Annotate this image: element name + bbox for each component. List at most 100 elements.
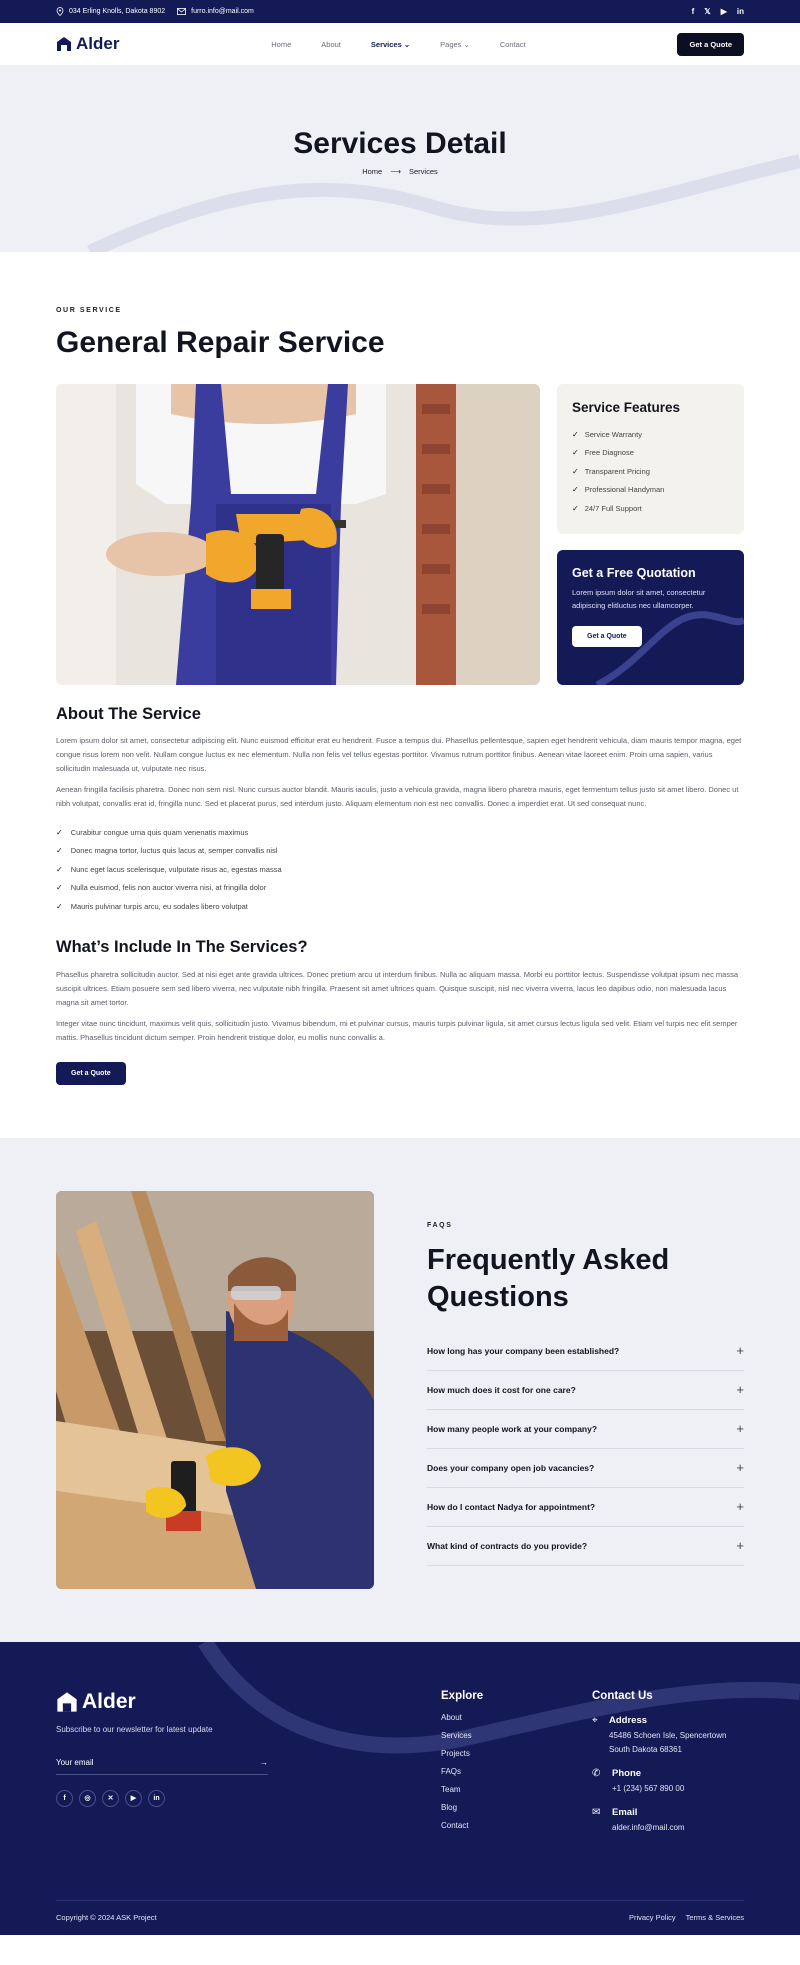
bullet-item: ✓ Nunc eget lacus scelerisque, vulputate …: [56, 860, 744, 879]
faq-item[interactable]: How do I contact Nadya for appointment? +: [427, 1488, 744, 1527]
plus-icon[interactable]: +: [736, 1538, 744, 1553]
quote-card-button[interactable]: Get a Quote: [572, 626, 642, 647]
phone-icon: ✆: [592, 1767, 601, 1779]
phone-value[interactable]: +1 (234) 567 890 00: [612, 1782, 684, 1796]
address-title: Address: [609, 1714, 648, 1726]
footer-link-faqs[interactable]: FAQs: [441, 1767, 592, 1785]
faq-item[interactable]: Does your company open job vacancies? +: [427, 1449, 744, 1488]
topbar-address-text: 034 Erling Knolls, Dakota 8902: [69, 8, 166, 15]
header-quote-button[interactable]: Get a Quote: [677, 32, 744, 56]
bullet-label: Curabitur congue urna quis quam venenati…: [70, 827, 249, 837]
twitter-icon[interactable]: 𝕏: [704, 7, 710, 16]
nav-home[interactable]: Home: [271, 40, 291, 49]
email-value[interactable]: alder.info@mail.com: [612, 1821, 685, 1835]
nav-contact[interactable]: Contact: [500, 40, 526, 49]
footer-link-about[interactable]: About: [441, 1713, 592, 1731]
about-paragraph: Aenean fringilla facilisis pharetra. Don…: [56, 785, 739, 808]
contact-address: ⌖ Address 45486 Schoen Isle, Spencertown…: [592, 1715, 744, 1757]
map-pin-icon: ⌖: [592, 1714, 598, 1726]
arrow-right-icon[interactable]: →: [260, 1758, 268, 1767]
breadcrumb-home[interactable]: Home: [362, 167, 382, 176]
nav-about[interactable]: About: [321, 40, 341, 49]
plus-icon[interactable]: +: [736, 1343, 744, 1358]
nav-pages[interactable]: Pages ⌄: [440, 40, 470, 49]
address-value: 45486 Schoen Isle, Spencertown South Dak…: [609, 1730, 727, 1754]
footer-link-blog[interactable]: Blog: [441, 1803, 592, 1821]
handyman-drill-image: [56, 384, 540, 685]
youtube-icon[interactable]: ▶: [125, 1789, 142, 1807]
check-icon: ✓: [56, 883, 63, 893]
nav-pages-label: Pages: [440, 39, 462, 49]
x-icon[interactable]: ✕: [102, 1789, 119, 1807]
linkedin-icon[interactable]: in: [737, 7, 744, 16]
faq-item[interactable]: How many people work at your company? +: [427, 1410, 744, 1449]
nav-services-label: Services: [370, 39, 402, 49]
feature-label: Service Warranty: [584, 429, 642, 439]
footer-link-contact[interactable]: Contact: [441, 1821, 592, 1839]
service-section: OUR SERVICE General Repair Service Servi…: [0, 252, 800, 1085]
feature-item: ✓ Professional Handyman: [572, 481, 729, 500]
explore-links: About Services Projects FAQs Team Blog C…: [441, 1713, 592, 1839]
site-logo[interactable]: Alder: [56, 34, 119, 54]
newsletter-text: Subscribe to our newsletter for latest u…: [56, 1724, 213, 1734]
topbar-email-text[interactable]: furro.info@mail.com: [191, 8, 254, 15]
faq-item[interactable]: How long has your company been establish…: [427, 1332, 744, 1371]
include-title: What’s Include In The Services?: [56, 937, 308, 956]
service-title: General Repair Service: [56, 326, 385, 359]
chevron-down-icon: ⌄: [403, 39, 411, 49]
privacy-policy-link[interactable]: Privacy Policy: [629, 1913, 676, 1922]
facebook-icon[interactable]: f: [692, 7, 695, 16]
faq-item[interactable]: What kind of contracts do you provide? +: [427, 1527, 744, 1566]
top-bar: 034 Erling Knolls, Dakota 8902 furro.inf…: [0, 0, 800, 23]
footer-logo[interactable]: Alder: [56, 1690, 441, 1714]
feature-item: ✓ Transparent Pricing: [572, 462, 729, 481]
include-services-block: What’s Include In The Services? Phasellu…: [56, 938, 744, 1085]
footer-brand-column: Alder Subscribe to our newsletter for la…: [56, 1690, 441, 1839]
footer-explore-column: Explore About Services Projects FAQs Tea…: [441, 1690, 592, 1839]
footer-link-services[interactable]: Services: [441, 1731, 592, 1749]
faq-accordion: How long has your company been establish…: [427, 1332, 744, 1566]
faq-item[interactable]: How much does it cost for one care? +: [427, 1371, 744, 1410]
feature-label: 24/7 Full Support: [584, 503, 642, 513]
footer-socials: f ◎ ✕ ▶ in: [56, 1789, 441, 1807]
include-quote-button[interactable]: Get a Quote: [56, 1061, 126, 1085]
include-paragraph: Integer vitae nunc tincidunt, maximus ve…: [56, 1018, 738, 1042]
service-eyebrow: OUR SERVICE: [56, 307, 122, 314]
email-placeholder[interactable]: Your email: [56, 1758, 94, 1767]
faq-question: How many people work at your company?: [427, 1423, 598, 1434]
footer-link-projects[interactable]: Projects: [441, 1749, 592, 1767]
contact-email: ✉ Email alder.info@mail.com: [592, 1807, 744, 1835]
phone-title: Phone: [612, 1767, 642, 1779]
nav-services[interactable]: Services ⌄: [371, 40, 410, 49]
map-pin-icon: [56, 7, 64, 16]
facebook-icon[interactable]: f: [56, 1789, 73, 1807]
footer-link-team[interactable]: Team: [441, 1785, 592, 1803]
check-icon: ✓: [56, 864, 63, 874]
faq-question: How do I contact Nadya for appointment?: [427, 1501, 596, 1512]
plus-icon[interactable]: +: [736, 1421, 744, 1436]
faq-question: Does your company open job vacancies?: [427, 1462, 595, 1473]
breadcrumb-current: Services: [409, 167, 438, 176]
page-hero: Services Detail Home ⟶ Services: [0, 66, 800, 252]
youtube-icon[interactable]: ▶: [721, 7, 727, 16]
site-footer: Alder Subscribe to our newsletter for la…: [0, 1641, 800, 1935]
linkedin-icon[interactable]: in: [148, 1789, 165, 1807]
feature-item: ✓ Free Diagnose: [572, 444, 729, 463]
plus-icon[interactable]: +: [736, 1460, 744, 1475]
bullet-item: ✓ Mauris pulvinar turpis arcu, eu sodales…: [56, 897, 744, 916]
arrow-right-icon: ⟶: [390, 167, 401, 176]
service-features-card: Service Features ✓ Service Warranty ✓ Free…: [557, 384, 744, 534]
bullet-label: Donec magna tortor, luctus quis lacus at…: [70, 846, 278, 856]
free-quotation-card: Get a Free Quotation Lorem ipsum dolor s…: [557, 550, 744, 685]
instagram-icon[interactable]: ◎: [79, 1789, 96, 1807]
topbar-socials: f 𝕏 ▶ in: [692, 7, 744, 16]
faq-content: FAQS Frequently Asked Questions How long…: [427, 1191, 744, 1642]
newsletter-email-field[interactable]: Your email →: [56, 1758, 268, 1775]
check-icon: ✓: [572, 448, 579, 458]
terms-link[interactable]: Terms & Services: [686, 1913, 744, 1922]
plus-icon[interactable]: +: [736, 1499, 744, 1514]
plus-icon[interactable]: +: [736, 1382, 744, 1397]
feature-label: Transparent Pricing: [584, 466, 650, 476]
mail-icon: ✉: [592, 1806, 601, 1818]
topbar-email[interactable]: furro.info@mail.com: [177, 8, 254, 15]
